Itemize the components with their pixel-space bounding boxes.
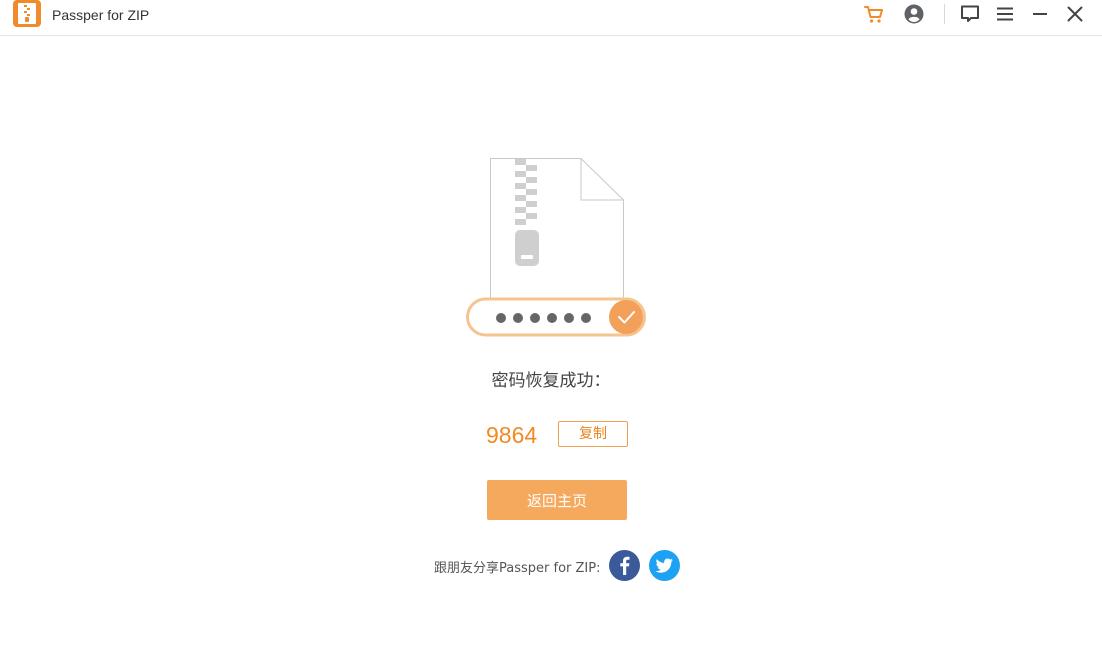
share-label: 跟朋友分享Passper for ZIP: [434, 561, 601, 576]
menu-icon[interactable] [994, 3, 1016, 25]
feedback-icon[interactable] [959, 3, 981, 25]
facebook-icon[interactable] [609, 550, 640, 581]
titlebar-divider [944, 4, 945, 24]
twitter-icon[interactable] [649, 550, 680, 581]
copy-button[interactable]: 复制 [558, 421, 628, 447]
recovered-password: 9864 [486, 422, 538, 448]
app-title: Passper for ZIP [52, 7, 150, 23]
app-logo-icon [13, 0, 41, 27]
check-icon [609, 300, 643, 334]
cart-icon[interactable] [863, 3, 885, 25]
zip-file-illustration [466, 158, 646, 337]
close-icon[interactable] [1064, 3, 1086, 25]
password-bar [466, 297, 646, 337]
account-icon[interactable] [903, 3, 925, 25]
recovery-success-text: 密码恢复成功： [491, 371, 611, 391]
back-to-home-button[interactable]: 返回主页 [487, 480, 627, 520]
title-bar: Passper for ZIP [0, 0, 1102, 36]
minimize-icon[interactable] [1029, 3, 1051, 25]
